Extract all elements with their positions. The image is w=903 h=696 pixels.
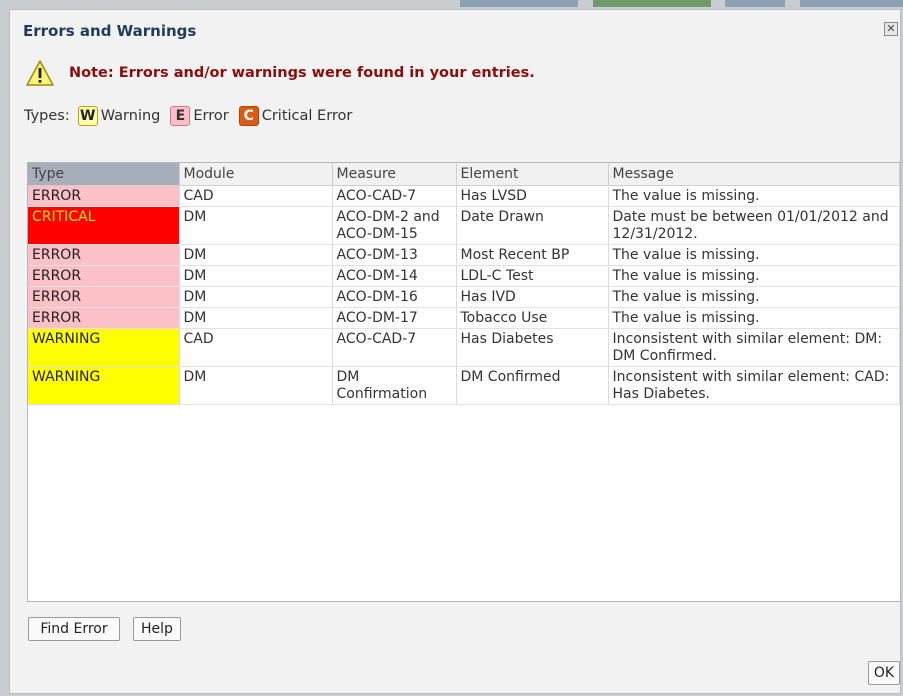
table-row[interactable]: WARNING CAD ACO-CAD-7 Has Diabetes Incon… (28, 328, 900, 367)
module-cell: CAD (179, 185, 333, 207)
measure-cell: DM Confirmation (332, 366, 457, 405)
message-cell: The value is missing. (608, 244, 900, 266)
type-name-critical: Critical Error (261, 108, 353, 124)
table-row[interactable]: ERROR DM ACO-DM-14 LDL-C Test The value … (28, 265, 900, 287)
errors-warnings-dialog: Errors and Warnings ✕ Note: Errors and/o… (9, 9, 901, 694)
table-row[interactable]: ERROR DM ACO-DM-13 Most Recent BP The va… (28, 244, 900, 266)
table-row[interactable]: ERROR DM ACO-DM-16 Has IVD The value is … (28, 286, 900, 308)
element-cell: Tobacco Use (456, 307, 609, 329)
element-cell: Most Recent BP (456, 244, 609, 266)
message-cell: Inconsistent with similar element: DM: D… (608, 328, 900, 367)
measure-cell: ACO-DM-14 (332, 265, 457, 287)
note-message: Note: Errors and/or warnings were found … (69, 65, 535, 81)
warning-badge-icon: W (77, 106, 98, 126)
types-legend: Types: W Warning E Error C Critical Erro… (24, 106, 362, 126)
ok-button[interactable]: OK (868, 661, 900, 685)
element-cell: Has IVD (456, 286, 609, 308)
column-header-message[interactable]: Message (608, 163, 900, 186)
table-header-row: Type Module Measure Element Message (28, 163, 900, 186)
message-cell: The value is missing. (608, 185, 900, 207)
background-tab (593, 0, 711, 7)
message-cell: Date must be between 01/01/2012 and 12/3… (608, 206, 900, 245)
column-header-element[interactable]: Element (456, 163, 609, 186)
type-cell: ERROR (28, 286, 180, 308)
measure-cell: ACO-CAD-7 (332, 328, 457, 367)
type-cell: WARNING (28, 328, 180, 367)
note-row: Note: Errors and/or warnings were found … (25, 58, 535, 88)
measure-cell: ACO-DM-13 (332, 244, 457, 266)
message-cell: The value is missing. (608, 286, 900, 308)
message-cell: The value is missing. (608, 307, 900, 329)
module-cell: DM (179, 307, 333, 329)
type-cell: ERROR (28, 244, 180, 266)
warning-triangle-icon (25, 59, 55, 87)
module-cell: DM (179, 286, 333, 308)
close-icon[interactable]: ✕ (884, 22, 898, 36)
module-cell: DM (179, 206, 333, 245)
table-row[interactable]: WARNING DM DM Confirmation DM Confirmed … (28, 366, 900, 405)
column-header-measure[interactable]: Measure (332, 163, 457, 186)
column-header-module[interactable]: Module (179, 163, 333, 186)
table-row[interactable]: ERROR CAD ACO-CAD-7 Has LVSD The value i… (28, 185, 900, 207)
find-error-button[interactable]: Find Error (28, 617, 120, 641)
types-label: Types: (24, 108, 70, 124)
element-cell: DM Confirmed (456, 366, 609, 405)
type-cell: ERROR (28, 307, 180, 329)
background-tab (800, 0, 903, 7)
type-cell: ERROR (28, 185, 180, 207)
element-cell: LDL-C Test (456, 265, 609, 287)
element-cell: Has LVSD (456, 185, 609, 207)
measure-cell: ACO-DM-17 (332, 307, 457, 329)
dialog-title: Errors and Warnings (23, 22, 197, 40)
measure-cell: ACO-DM-16 (332, 286, 457, 308)
module-cell: DM (179, 265, 333, 287)
measure-cell: ACO-DM-2 and ACO-DM-15 (332, 206, 457, 245)
message-cell: Inconsistent with similar element: CAD: … (608, 366, 900, 405)
type-name-warning: Warning (100, 108, 161, 124)
background-tab (725, 0, 785, 7)
errors-grid[interactable]: Type Module Measure Element Message ERRO… (27, 162, 901, 602)
element-cell: Has Diabetes (456, 328, 609, 367)
module-cell: DM (179, 244, 333, 266)
help-button[interactable]: Help (133, 617, 181, 641)
column-header-type[interactable]: Type (28, 163, 180, 186)
error-badge-icon: E (170, 106, 191, 126)
type-name-error: Error (193, 108, 229, 124)
element-cell: Date Drawn (456, 206, 609, 245)
table-row[interactable]: CRITICAL DM ACO-DM-2 and ACO-DM-15 Date … (28, 206, 900, 245)
type-cell: ERROR (28, 265, 180, 287)
table-row[interactable]: ERROR DM ACO-DM-17 Tobacco Use The value… (28, 307, 900, 329)
critical-badge-icon: C (238, 106, 259, 126)
message-cell: The value is missing. (608, 265, 900, 287)
module-cell: DM (179, 366, 333, 405)
module-cell: CAD (179, 328, 333, 367)
type-cell: CRITICAL (28, 206, 180, 245)
errors-table: Type Module Measure Element Message ERRO… (28, 163, 900, 405)
measure-cell: ACO-CAD-7 (332, 185, 457, 207)
type-cell: WARNING (28, 366, 180, 405)
background-tab (460, 0, 578, 7)
